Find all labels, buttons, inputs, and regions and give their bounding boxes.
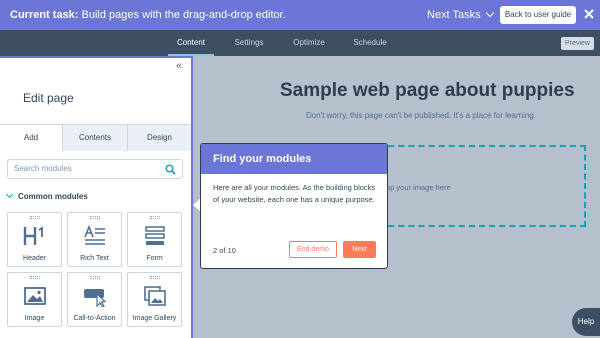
rich-text-icon xyxy=(84,225,105,245)
module-image[interactable]: Image xyxy=(7,272,62,327)
next-button[interactable]: Next xyxy=(343,241,376,258)
page-heading[interactable]: Sample web page about puppies xyxy=(280,80,575,102)
double-chevron-left-icon[interactable]: « xyxy=(176,60,182,72)
module-label: Rich Text xyxy=(80,255,109,262)
drag-handle-icon[interactable] xyxy=(150,276,160,279)
page-subheading[interactable]: Don't worry, this page can't be publishe… xyxy=(306,111,536,120)
search-placeholder: Search modules xyxy=(14,164,72,173)
module-label: Image Gallery xyxy=(132,315,177,322)
panel-tabs: Add Contents Design xyxy=(0,124,191,151)
tab-design[interactable]: Design xyxy=(127,125,191,151)
tab-settings[interactable]: Settings xyxy=(228,30,270,56)
next-tasks-label: Next Tasks xyxy=(427,9,481,21)
popover-title: Find your modules xyxy=(201,144,387,174)
search-icon[interactable] xyxy=(165,164,176,175)
module-form[interactable]: Form xyxy=(127,212,182,267)
module-call-to-action[interactable]: Call-to-Action xyxy=(67,272,122,327)
chevron-down-icon xyxy=(5,190,14,199)
help-button[interactable]: Help xyxy=(572,308,600,336)
tab-schedule[interactable]: Schedule xyxy=(348,30,392,56)
drag-handle-icon[interactable] xyxy=(30,276,40,279)
image-gallery-icon xyxy=(144,286,166,306)
module-header[interactable]: Header xyxy=(7,212,62,267)
edit-page-panel: « Edit page Add Contents Design Search m… xyxy=(0,56,193,338)
drag-handle-icon[interactable] xyxy=(90,276,100,279)
current-task: Current task: Build pages with the drag-… xyxy=(10,9,286,21)
module-image-gallery[interactable]: Image Gallery xyxy=(127,272,182,327)
module-label: Image xyxy=(24,315,45,322)
drag-handle-icon[interactable] xyxy=(150,216,160,219)
panel-title: Edit page xyxy=(23,91,74,105)
current-task-label: Current task: xyxy=(10,9,79,21)
editor-tabs: Content Settings Optimize Schedule Previ… xyxy=(0,30,600,56)
popover-progress: 2 of 10 xyxy=(213,246,236,255)
popover-body: Here are all your modules. As the buildi… xyxy=(213,183,376,204)
find-modules-popover: Find your modules Here are all your modu… xyxy=(200,143,388,269)
drag-handle-icon[interactable] xyxy=(90,216,100,219)
section-title: Common modules xyxy=(18,192,88,201)
task-bar: Current task: Build pages with the drag-… xyxy=(0,0,600,30)
tab-add[interactable]: Add xyxy=(0,125,62,151)
tab-optimize[interactable]: Optimize xyxy=(288,30,330,56)
end-demo-button[interactable]: End demo xyxy=(289,241,337,258)
module-label: Form xyxy=(146,255,163,262)
preview-button[interactable]: Preview xyxy=(561,37,594,50)
common-modules-section[interactable]: Common modules xyxy=(5,190,88,201)
header-icon xyxy=(23,226,43,245)
dropzone-text: op your image here xyxy=(386,183,451,192)
next-tasks-dropdown[interactable]: Next Tasks xyxy=(427,8,494,21)
image-icon xyxy=(24,287,46,305)
search-modules-input[interactable]: Search modules xyxy=(7,159,183,179)
module-label: Call-to-Action xyxy=(73,315,116,322)
image-dropzone[interactable]: op your image here xyxy=(368,145,586,227)
chevron-down-icon xyxy=(485,8,494,18)
module-label: Header xyxy=(23,255,46,262)
tab-content[interactable]: Content xyxy=(168,30,214,56)
tab-contents[interactable]: Contents xyxy=(62,125,127,151)
current-task-text: Build pages with the drag-and-drop edito… xyxy=(81,9,286,21)
module-rich-text[interactable]: Rich Text xyxy=(67,212,122,267)
drag-handle-icon[interactable] xyxy=(30,216,40,219)
cta-icon xyxy=(84,289,107,307)
form-icon xyxy=(145,226,165,245)
back-to-user-guide-button[interactable]: Back to user guide xyxy=(500,6,576,24)
close-icon[interactable] xyxy=(582,7,596,21)
